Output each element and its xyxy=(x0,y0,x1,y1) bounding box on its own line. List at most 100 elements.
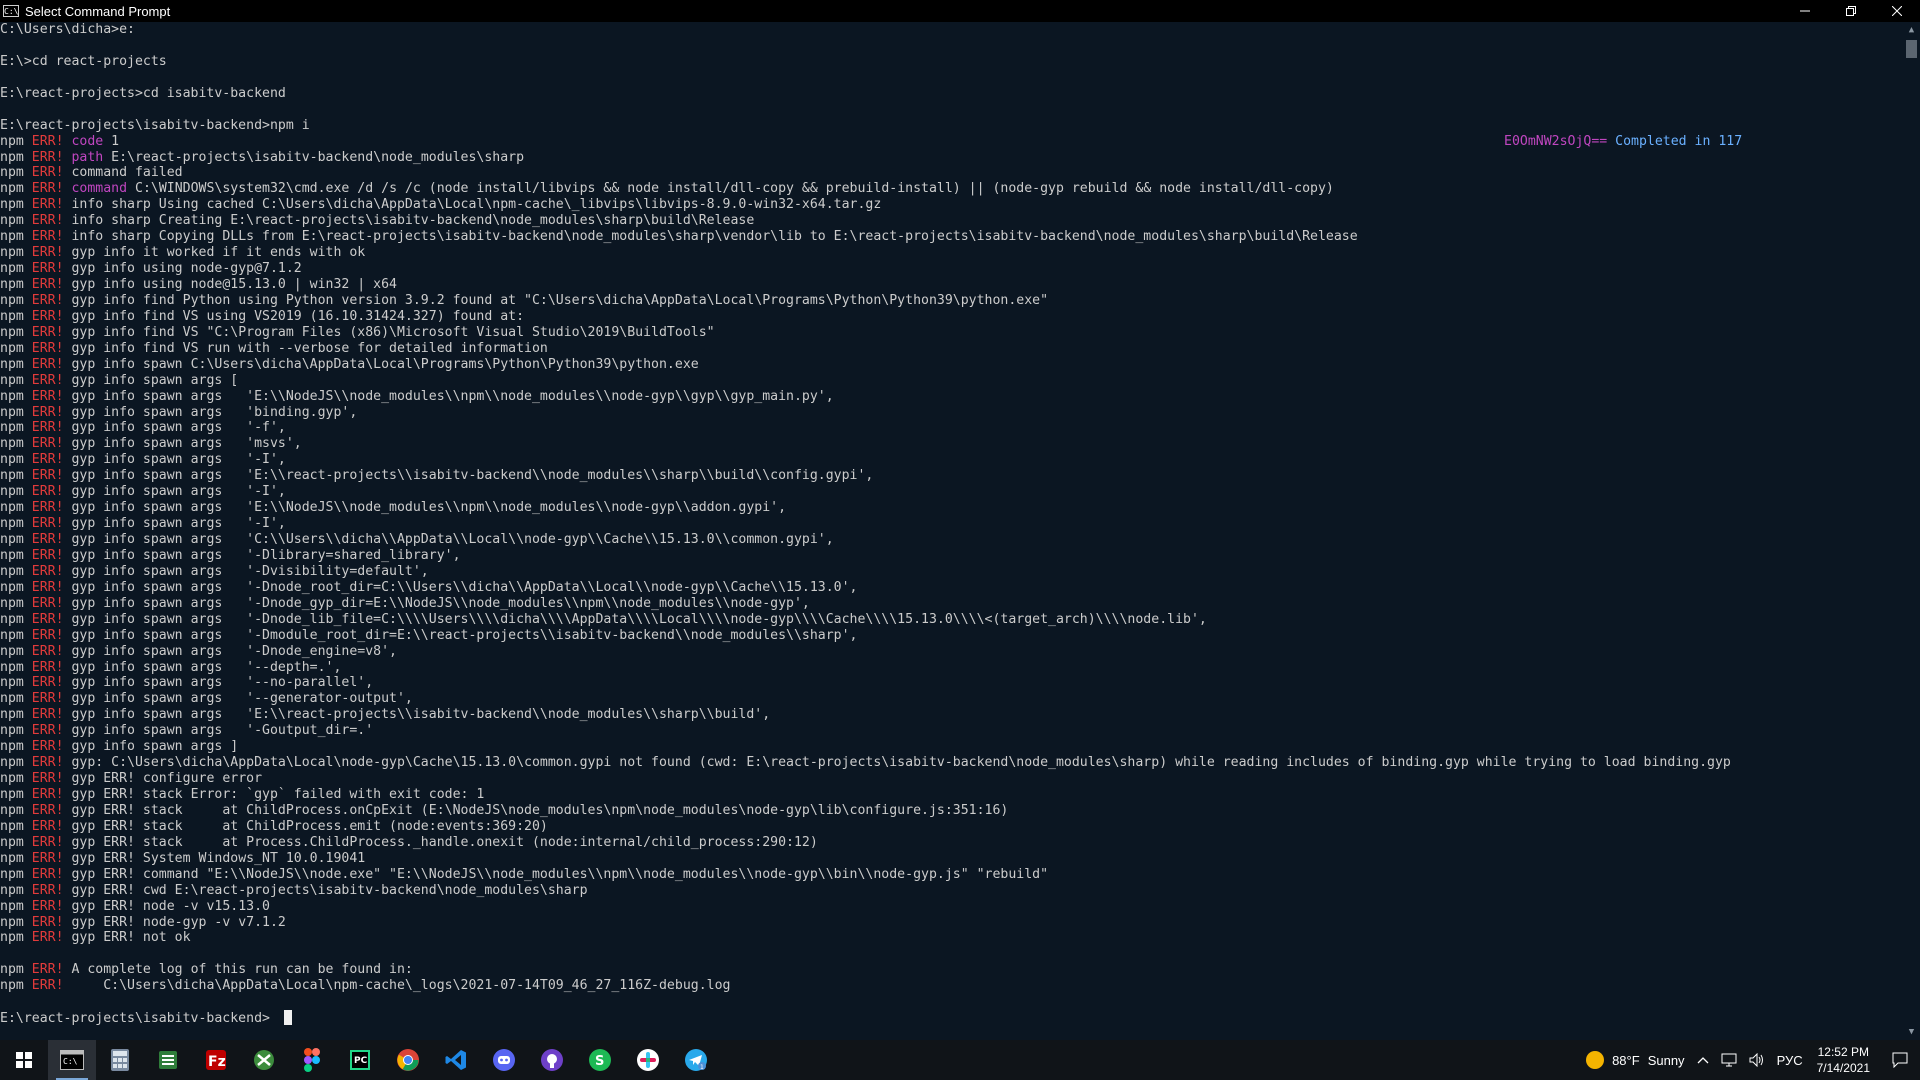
console-text: npm xyxy=(0,500,32,516)
console-line: npm ERR! info sharp Creating E:\react-pr… xyxy=(0,213,1900,229)
error-tag: ERR! xyxy=(31,675,64,691)
weather-widget[interactable]: 88°F Sunny xyxy=(1586,1051,1685,1069)
scroll-down-arrow-icon[interactable]: ▼ xyxy=(1903,1024,1920,1040)
console-output[interactable]: C:\Users\dicha>e: E:\>cd react-projects E:… xyxy=(0,22,1900,1040)
error-tag: ERR! xyxy=(31,388,64,404)
clock[interactable]: 12:52 PM 7/14/2021 xyxy=(1817,1044,1870,1076)
vscode-taskbar-button[interactable] xyxy=(432,1040,480,1080)
telegram-icon: 1 xyxy=(684,1048,708,1072)
console-text: npm xyxy=(0,866,32,882)
error-tag: ERR! xyxy=(31,707,64,723)
console-text: gyp ERR! System Windows_NT 10.0.19041 xyxy=(63,850,366,866)
error-tag: ERR! xyxy=(31,277,64,292)
console-text: C:\Users\dicha\AppData\Local\npm-cache\_… xyxy=(63,978,731,994)
console-text: npm xyxy=(0,308,32,324)
console-line: npm ERR! gyp info find VS run with --ver… xyxy=(0,341,1900,357)
console-text: gyp info find VS run with --verbose for … xyxy=(63,340,548,356)
console-text: npm xyxy=(0,245,32,261)
console-line: npm ERR! gyp ERR! node-gyp -v v7.1.2 xyxy=(0,915,1900,931)
close-button[interactable] xyxy=(1874,0,1920,22)
console-text: gyp info spawn args '-I', xyxy=(63,484,286,500)
window-title-bar[interactable]: C:\ Select Command Prompt xyxy=(0,0,1920,22)
console-text: gyp info it worked if it ends with ok xyxy=(63,245,366,261)
notification-center-button[interactable] xyxy=(1880,1040,1920,1080)
slack-taskbar-button[interactable] xyxy=(624,1040,672,1080)
error-tag: ERR! xyxy=(31,372,64,388)
discord-taskbar-button[interactable] xyxy=(480,1040,528,1080)
error-tag: ERR! xyxy=(31,802,64,818)
svg-text:Fz: Fz xyxy=(208,1054,226,1070)
error-tag: ERR! xyxy=(31,643,64,659)
console-text: gyp: C:\Users\dicha\AppData\Local\node-g… xyxy=(63,755,1731,771)
scroll-up-arrow-icon[interactable]: ▲ xyxy=(1903,22,1920,38)
error-tag: ERR! xyxy=(31,229,64,245)
calculator-taskbar-button[interactable] xyxy=(96,1040,144,1080)
error-tag: ERR! xyxy=(31,818,64,834)
console-text: npm xyxy=(0,292,32,308)
pycharm-taskbar-button[interactable]: PC xyxy=(336,1040,384,1080)
taskbar: C:\ Fz PC S 1 88°F Sunny РУС 12:52 PM 7/14/2… xyxy=(0,1040,1920,1080)
error-tag: ERR! xyxy=(31,914,64,930)
command-prompt-line[interactable]: E:\react-projects\isabitv-backend> xyxy=(0,1010,1900,1026)
error-tag: ERR! xyxy=(31,452,64,468)
console-text: npm xyxy=(0,213,32,229)
restore-icon xyxy=(1846,6,1856,16)
console-text: npm xyxy=(0,914,32,930)
restore-button[interactable] xyxy=(1828,0,1874,22)
show-hidden-icons-button[interactable] xyxy=(1697,1056,1709,1064)
windows-start-taskbar-button[interactable] xyxy=(0,1040,48,1080)
error-tag: ERR! xyxy=(31,356,64,372)
volume-button[interactable] xyxy=(1749,1053,1765,1067)
skype-icon: S xyxy=(588,1048,612,1072)
console-text: gyp ERR! stack at Process.ChildProcess._… xyxy=(63,834,818,850)
console-text: gyp info spawn args 'binding.gyp', xyxy=(63,404,358,420)
console-text: gyp info spawn args '-Dnode_gyp_dir=E:\\… xyxy=(63,595,810,611)
error-tag: ERR! xyxy=(31,436,64,452)
error-tag: ERR! xyxy=(31,978,64,994)
console-line: npm ERR! gyp info spawn args 'E:\\react-… xyxy=(0,707,1900,723)
spreadsheet-app-taskbar-button[interactable] xyxy=(144,1040,192,1080)
console-line: npm ERR! gyp info find Python using Pyth… xyxy=(0,293,1900,309)
console-text: gyp info spawn args '-Dnode_root_dir=C:\… xyxy=(63,579,858,595)
console-text: npm xyxy=(0,165,32,181)
language-indicator[interactable]: РУС xyxy=(1777,1053,1803,1068)
console-text: npm xyxy=(0,404,32,420)
scroll-thumb[interactable] xyxy=(1906,40,1917,58)
console-text: C:\WINDOWS\system32\cmd.exe /d /s /c (no… xyxy=(127,181,1334,197)
command-prompt-taskbar-button[interactable]: C:\ xyxy=(48,1040,96,1080)
xbox-icon xyxy=(252,1048,276,1072)
console-text: gyp info spawn args '-Dvisibility=defaul… xyxy=(63,563,429,579)
console-line: npm ERR! gyp info spawn args 'E:\\NodeJS… xyxy=(0,389,1900,405)
sun-icon xyxy=(1586,1051,1605,1069)
error-tag: ERR! xyxy=(31,133,64,149)
pycharm-icon: PC xyxy=(348,1048,372,1072)
chrome-taskbar-button[interactable] xyxy=(384,1040,432,1080)
network-button[interactable] xyxy=(1721,1053,1737,1067)
console-text: npm xyxy=(0,452,32,468)
console-text: E:\react-projects\isabitv-backend>npm i xyxy=(0,117,310,133)
console-text: gyp info spawn args 'E:\\NodeJS\\node_mo… xyxy=(63,388,834,404)
error-tag: ERR! xyxy=(31,245,64,261)
skype-taskbar-button[interactable]: S xyxy=(576,1040,624,1080)
minimize-icon xyxy=(1800,10,1810,12)
console-text: gyp info spawn args '-Dnode_lib_file=C:\… xyxy=(63,611,1207,627)
error-tag: ERR! xyxy=(31,691,64,707)
error-tag: ERR! xyxy=(31,165,64,181)
console-line: npm ERR! gyp ERR! stack at Process.Child… xyxy=(0,835,1900,851)
error-tag: ERR! xyxy=(31,484,64,500)
figma-taskbar-button[interactable] xyxy=(288,1040,336,1080)
error-key: code xyxy=(63,133,104,149)
error-tag: ERR! xyxy=(31,340,64,356)
minimize-button[interactable] xyxy=(1782,0,1828,22)
console-scrollbar[interactable]: ▲ ▼ xyxy=(1903,22,1920,1040)
xbox-taskbar-button[interactable] xyxy=(240,1040,288,1080)
console-text: npm xyxy=(0,133,32,149)
console-line: npm ERR! info sharp Using cached C:\User… xyxy=(0,197,1900,213)
console-text: npm xyxy=(0,579,32,595)
github-desktop-taskbar-button[interactable] xyxy=(528,1040,576,1080)
telegram-taskbar-button[interactable]: 1 xyxy=(672,1040,720,1080)
filezilla-taskbar-button[interactable]: Fz xyxy=(192,1040,240,1080)
